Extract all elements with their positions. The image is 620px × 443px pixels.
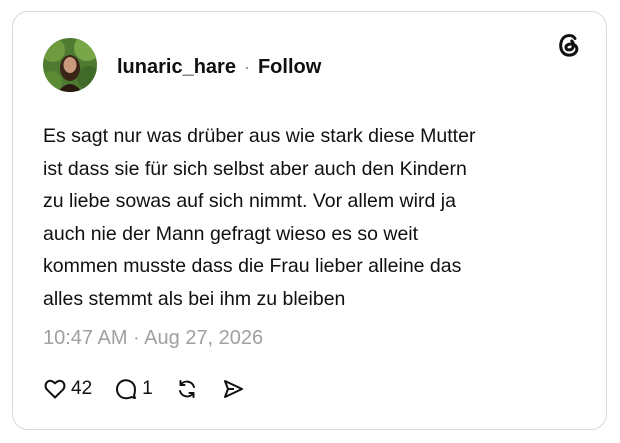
like-button[interactable]: 42	[43, 377, 92, 401]
username[interactable]: lunaric_hare	[117, 56, 236, 79]
avatar[interactable]	[43, 38, 97, 92]
follow-button[interactable]: Follow	[258, 56, 321, 79]
reply-button[interactable]: 1	[114, 377, 153, 401]
comment-icon	[114, 377, 138, 401]
repost-button[interactable]	[175, 377, 199, 401]
post-timestamp: 10:47 AM · Aug 27, 2026	[43, 327, 264, 349]
action-bar: 42 1	[43, 375, 267, 403]
threads-logo-icon[interactable]	[554, 30, 584, 60]
post-card: lunaric_hare · Follow Es sagt nur was dr…	[12, 11, 607, 430]
repost-icon	[175, 377, 199, 401]
reply-count: 1	[142, 378, 153, 399]
share-button[interactable]	[221, 377, 245, 401]
share-icon	[221, 377, 245, 401]
post-header: lunaric_hare · Follow	[117, 56, 321, 79]
like-count: 42	[71, 378, 93, 399]
separator-dot: ·	[243, 57, 250, 77]
heart-icon	[43, 377, 67, 401]
post-text: Es sagt nur was drüber aus wie stark die…	[43, 125, 476, 310]
